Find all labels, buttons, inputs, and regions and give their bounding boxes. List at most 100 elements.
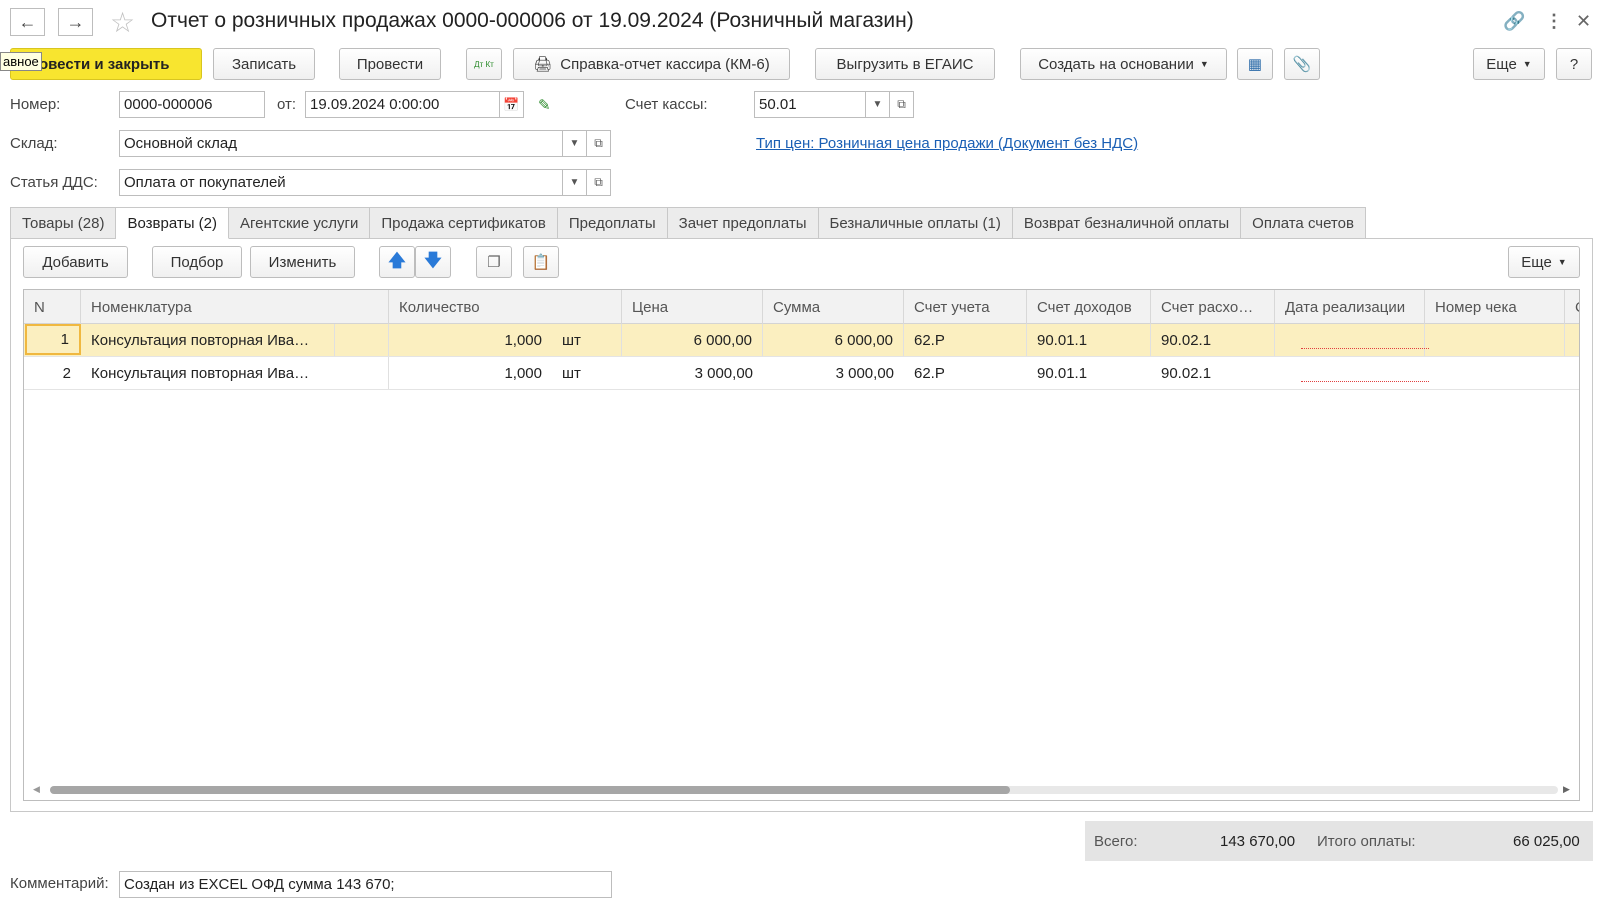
row-unit[interactable]: шт xyxy=(552,357,622,389)
warehouse-dropdown[interactable]: ▼ xyxy=(563,130,587,157)
open-icon: ⧉ xyxy=(594,175,603,189)
chevron-down-icon: ▼ xyxy=(1199,59,1209,69)
cash-account-open[interactable]: ⧉ xyxy=(890,91,914,118)
tab-prepayment-offset[interactable]: Зачет предоплаты xyxy=(667,207,819,239)
row-income[interactable]: 90.01.1 xyxy=(1027,324,1151,356)
row-expense[interactable]: 90.02.1 xyxy=(1151,324,1275,356)
tab-invoice-payments[interactable]: Оплата счетов xyxy=(1241,207,1366,239)
table-header: N Номенклатура Количество Цена Сумма Сче… xyxy=(24,290,1579,324)
tab-agent-services[interactable]: Агентские услуги xyxy=(228,207,371,239)
close-icon[interactable]: ✕ xyxy=(1576,11,1591,32)
dds-dropdown[interactable]: ▼ xyxy=(563,169,587,196)
scrollbar-thumb[interactable] xyxy=(50,786,1010,794)
col-receipt-number[interactable]: Номер чека xyxy=(1425,290,1565,324)
date-field[interactable]: 19.09.2024 0:00:00 xyxy=(305,91,500,118)
egais-button[interactable]: Выгрузить в ЕГАИС xyxy=(815,48,995,80)
edit-button[interactable]: Изменить xyxy=(250,246,355,278)
create-based-label: Создать на основании xyxy=(1038,55,1194,73)
col-quantity[interactable]: Количество xyxy=(389,290,622,324)
calendar-icon: 📅 xyxy=(503,96,520,112)
row-sum[interactable]: 6 000,00 xyxy=(763,324,904,356)
col-sum[interactable]: Сумма xyxy=(763,290,904,324)
tooltip: авное xyxy=(0,52,42,71)
warehouse-open[interactable]: ⧉ xyxy=(587,130,611,157)
row-number[interactable]: 1 xyxy=(25,324,81,355)
copy-button[interactable]: ❐ xyxy=(476,246,512,278)
row-unit[interactable]: шт xyxy=(552,324,622,356)
back-button[interactable]: ← xyxy=(10,8,45,36)
window-title: Отчет о розничных продажах 0000-000006 о… xyxy=(151,9,914,32)
tab-cashless-payments[interactable]: Безналичные оплаты (1) xyxy=(818,207,1013,239)
row-income[interactable]: 90.01.1 xyxy=(1027,357,1151,389)
col-sale-date[interactable]: Дата реализации xyxy=(1275,290,1425,324)
scroll-left-icon[interactable]: ◀ xyxy=(33,784,40,795)
row-price[interactable]: 6 000,00 xyxy=(622,324,763,356)
row-receipt[interactable] xyxy=(1425,324,1565,356)
post-button[interactable]: Провести xyxy=(339,48,441,80)
row-account[interactable]: 62.Р xyxy=(904,324,1027,356)
row-name[interactable]: Консультация повторная Ива… xyxy=(81,324,335,356)
move-down-button[interactable]: 🡇 xyxy=(415,246,451,278)
table-row[interactable]: 1 Консультация повторная Ива… 1,000 шт 6… xyxy=(24,324,1579,357)
post-status-icon[interactable]: ✎ xyxy=(538,96,551,114)
pick-button[interactable]: Подбор xyxy=(152,246,242,278)
paste-button[interactable]: 📋 xyxy=(523,246,559,278)
row-price[interactable]: 3 000,00 xyxy=(622,357,763,389)
row-receipt[interactable] xyxy=(1425,357,1565,389)
col-price[interactable]: Цена xyxy=(622,290,763,324)
help-button[interactable]: ? xyxy=(1556,48,1592,80)
col-nomenclature[interactable]: Номенклатура xyxy=(81,290,389,324)
row-sum[interactable]: 3 000,00 xyxy=(763,357,904,389)
row-sale-date[interactable] xyxy=(1275,357,1425,389)
scroll-right-icon[interactable]: ▶ xyxy=(1563,784,1570,795)
price-type-link[interactable]: Тип цен: Розничная цена продажи (Докумен… xyxy=(756,135,1138,152)
tab-goods[interactable]: Товары (28) xyxy=(10,207,117,239)
move-up-button[interactable]: 🡅 xyxy=(379,246,415,278)
row-expense[interactable]: 90.02.1 xyxy=(1151,357,1275,389)
row-account[interactable]: 62.Р xyxy=(904,357,1027,389)
chevron-down-icon: ▼ xyxy=(1557,257,1567,267)
tab-prepayments[interactable]: Предоплаты xyxy=(557,207,668,239)
attach-button[interactable]: 📎 xyxy=(1284,48,1320,80)
add-button[interactable]: Добавить xyxy=(23,246,128,278)
col-n[interactable]: N xyxy=(24,290,81,324)
col-expense-account[interactable]: Счет расхо… xyxy=(1151,290,1275,324)
warehouse-field[interactable]: Основной склад xyxy=(119,130,563,157)
link-icon[interactable]: 🔗 xyxy=(1503,11,1525,32)
col-income-account[interactable]: Счет доходов xyxy=(1027,290,1151,324)
paid-label: Итого оплаты: xyxy=(1317,833,1416,850)
save-button[interactable]: Записать xyxy=(213,48,315,80)
row-number[interactable]: 2 xyxy=(25,357,81,389)
structure-icon: ▦ xyxy=(1247,56,1263,73)
row-name[interactable]: Консультация повторная Ива… xyxy=(81,357,389,389)
egais-label: Выгрузить в ЕГАИС xyxy=(836,55,974,73)
table-row[interactable]: 2 Консультация повторная Ива… 1,000 шт 3… xyxy=(24,357,1579,390)
cash-account-dropdown[interactable]: ▼ xyxy=(866,91,890,118)
more-vertical-icon[interactable]: ⋮ xyxy=(1545,11,1563,32)
dt-kt-button[interactable]: Дт Кт xyxy=(466,48,502,80)
row-qty[interactable]: 1,000 xyxy=(389,324,552,356)
cashier-report-button[interactable]: 🖨 Справка-отчет кассира (КМ-6) xyxy=(513,48,790,80)
tab-returns[interactable]: Возвраты (2) xyxy=(116,207,229,239)
col-account[interactable]: Счет учета xyxy=(904,290,1027,324)
col-extra[interactable]: С xyxy=(1565,290,1579,324)
row-sale-date[interactable] xyxy=(1275,324,1425,356)
comment-field[interactable]: Создан из EXCEL ОФД сумма 143 670; xyxy=(119,871,612,898)
table-more-button[interactable]: Еще ▼ xyxy=(1508,246,1580,278)
row-qty[interactable]: 1,000 xyxy=(389,357,552,389)
dds-open[interactable]: ⧉ xyxy=(587,169,611,196)
dds-field[interactable]: Оплата от покупателей xyxy=(119,169,563,196)
required-field-marker xyxy=(1301,348,1429,349)
tab-certificates[interactable]: Продажа сертификатов xyxy=(370,207,558,239)
cash-account-field[interactable]: 50.01 xyxy=(754,91,866,118)
copy-icon: ❐ xyxy=(487,254,501,271)
structure-button[interactable]: ▦ xyxy=(1237,48,1273,80)
more-button[interactable]: Еще ▼ xyxy=(1473,48,1545,80)
add-label: Добавить xyxy=(42,253,109,271)
forward-button[interactable]: → xyxy=(58,8,93,36)
tab-cashless-return[interactable]: Возврат безналичной оплаты xyxy=(1012,207,1242,239)
number-field[interactable]: 0000-000006 xyxy=(119,91,265,118)
star-icon[interactable]: ☆ xyxy=(110,6,135,39)
create-based-button[interactable]: Создать на основании ▼ xyxy=(1020,48,1227,80)
calendar-button[interactable]: 📅 xyxy=(500,91,524,118)
